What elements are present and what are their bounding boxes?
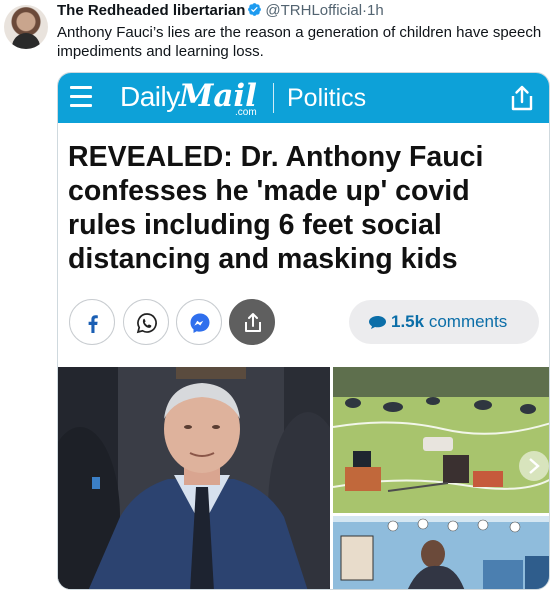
comments-button[interactable]: 1.5k comments — [349, 300, 539, 344]
tweet-text: Anthony Fauci’s lies are the reason a ge… — [57, 24, 542, 60]
messenger-icon — [190, 313, 210, 333]
man-in-suit-photo — [58, 367, 330, 589]
article-photo-classroom[interactable] — [333, 516, 549, 589]
article-photo-park[interactable] — [333, 367, 549, 513]
avatar[interactable] — [4, 5, 48, 49]
share-button[interactable] — [229, 299, 275, 345]
whatsapp-button[interactable] — [123, 299, 169, 345]
next-photo-button[interactable] — [519, 451, 549, 481]
messenger-button[interactable] — [176, 299, 222, 345]
article-card[interactable]: Daily Mail .com Politics REVEALED: Dr. A… — [57, 72, 550, 590]
article-photo-main[interactable] — [58, 367, 330, 589]
header-divider — [273, 83, 274, 113]
dailymail-header: Daily Mail .com Politics — [58, 73, 549, 123]
menu-icon[interactable] — [70, 86, 92, 113]
comments-label: comments — [428, 312, 508, 331]
facebook-button[interactable] — [69, 299, 115, 345]
article-headline: REVEALED: Dr. Anthony Fauci confesses he… — [68, 141, 484, 275]
share-icon — [245, 313, 261, 332]
author-handle[interactable]: @TRHLofficial — [265, 2, 362, 19]
share-icon[interactable] — [509, 84, 535, 112]
comment-bubble-icon — [369, 316, 386, 329]
classroom-photo — [333, 516, 549, 589]
tweet-header: The Redheaded libertarian @TRHLofficial·1… — [57, 2, 384, 20]
comments-text: 1.5k comments — [391, 312, 507, 332]
whatsapp-icon — [136, 313, 157, 334]
author-name[interactable]: The Redheaded libertarian — [57, 2, 245, 19]
comments-count: 1.5k — [391, 312, 425, 331]
park-photo — [333, 367, 549, 513]
brand-daily: Daily — [120, 81, 180, 112]
tweet-time[interactable]: 1h — [367, 2, 384, 19]
chevron-right-icon — [529, 458, 540, 474]
section-label[interactable]: Politics — [287, 84, 366, 113]
facebook-icon — [88, 315, 98, 333]
brand-com: .com — [235, 107, 257, 118]
verified-icon — [248, 3, 262, 16]
